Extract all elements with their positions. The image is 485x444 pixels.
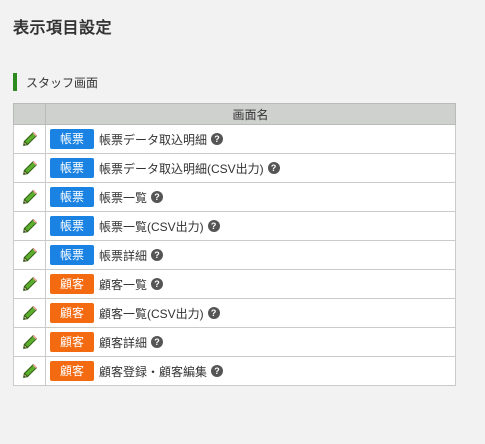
pencil-icon[interactable] [22, 276, 38, 292]
edit-cell[interactable] [13, 182, 46, 212]
category-tag: 帳票 [50, 187, 94, 207]
table-body: 帳票 帳票データ取込明細 ? 帳票 帳票データ取込明細(CSV出力) ? 帳票 … [13, 124, 456, 386]
screen-name-cell: 帳票 帳票データ取込明細 ? [45, 124, 456, 154]
screen-name-wrap: 顧客 顧客詳細 ? [50, 332, 455, 352]
help-icon[interactable]: ? [207, 307, 220, 319]
screen-name-wrap: 帳票 帳票データ取込明細(CSV出力) ? [50, 158, 455, 178]
edit-cell[interactable] [13, 356, 46, 386]
screen-name-cell: 帳票 帳票詳細 ? [45, 240, 456, 270]
help-icon[interactable]: ? [151, 278, 164, 290]
edit-cell[interactable] [13, 124, 46, 154]
section-heading: スタッフ画面 [13, 73, 98, 91]
section-accent-bar [13, 73, 17, 91]
screen-name-wrap: 帳票 帳票データ取込明細 ? [50, 129, 455, 149]
screen-name: 帳票一覧 [99, 190, 148, 205]
edit-cell[interactable] [13, 298, 46, 328]
screen-name-cell: 帳票 帳票一覧 ? [45, 182, 456, 212]
table-row: 帳票 帳票一覧(CSV出力) ? [13, 211, 456, 241]
edit-cell[interactable] [13, 153, 46, 183]
page-title: 表示項目設定 [13, 20, 113, 37]
header-edit-column [13, 103, 46, 125]
screen-name: 顧客登録・顧客編集 [99, 364, 208, 379]
screen-name-wrap: 帳票 帳票一覧(CSV出力) ? [50, 216, 455, 236]
pencil-icon[interactable] [22, 131, 38, 147]
pencil-icon[interactable] [22, 305, 38, 321]
category-tag: 顧客 [50, 361, 94, 381]
category-tag: 帳票 [50, 158, 94, 178]
pencil-icon[interactable] [22, 218, 38, 234]
category-tag: 帳票 [50, 216, 94, 236]
help-icon[interactable]: ? [151, 249, 164, 261]
screen-name-cell: 顧客 顧客詳細 ? [45, 327, 456, 357]
screen-name-wrap: 帳票 帳票詳細 ? [50, 245, 455, 265]
help-icon[interactable]: ? [211, 365, 224, 377]
edit-cell[interactable] [13, 327, 46, 357]
pencil-icon[interactable] [22, 363, 38, 379]
category-tag: 帳票 [50, 245, 94, 265]
screen-name-cell: 顧客 顧客登録・顧客編集 ? [45, 356, 456, 386]
category-tag: 帳票 [50, 129, 94, 149]
screen-name: 帳票データ取込明細(CSV出力) [99, 161, 264, 176]
edit-cell[interactable] [13, 211, 46, 241]
help-icon[interactable]: ? [267, 162, 280, 174]
help-icon[interactable]: ? [151, 191, 164, 203]
pencil-icon[interactable] [22, 334, 38, 350]
table-row: 顧客 顧客詳細 ? [13, 327, 456, 357]
screen-name: 顧客一覧(CSV出力) [99, 306, 204, 321]
help-icon[interactable]: ? [211, 133, 224, 145]
screen-name: 帳票データ取込明細 [99, 132, 208, 147]
edit-cell[interactable] [13, 240, 46, 270]
header-screen-name: 画面名 [45, 103, 456, 125]
screen-name-wrap: 顧客 顧客一覧(CSV出力) ? [50, 303, 455, 323]
screen-name-cell: 顧客 顧客一覧(CSV出力) ? [45, 298, 456, 328]
table-row: 帳票 帳票データ取込明細(CSV出力) ? [13, 153, 456, 183]
section-label: スタッフ画面 [26, 75, 99, 90]
table-row: 顧客 顧客一覧(CSV出力) ? [13, 298, 456, 328]
screen-name-wrap: 顧客 顧客一覧 ? [50, 274, 455, 294]
screen-name: 顧客詳細 [99, 335, 148, 350]
screen-name-wrap: 顧客 顧客登録・顧客編集 ? [50, 361, 455, 381]
screen-table: 画面名 帳票 帳票データ取込明細 ? 帳票 帳票データ取込明細(CSV出力) ?… [13, 103, 456, 386]
screen-name-cell: 帳票 帳票一覧(CSV出力) ? [45, 211, 456, 241]
pencil-icon[interactable] [22, 189, 38, 205]
help-icon[interactable]: ? [151, 336, 164, 348]
pencil-icon[interactable] [22, 160, 38, 176]
table-row: 帳票 帳票データ取込明細 ? [13, 124, 456, 154]
screen-name: 帳票一覧(CSV出力) [99, 219, 204, 234]
screen-name: 帳票詳細 [99, 248, 148, 263]
screen-name-cell: 帳票 帳票データ取込明細(CSV出力) ? [45, 153, 456, 183]
category-tag: 顧客 [50, 332, 94, 352]
category-tag: 顧客 [50, 303, 94, 323]
edit-cell[interactable] [13, 269, 46, 299]
category-tag: 顧客 [50, 274, 94, 294]
table-header-row: 画面名 [13, 103, 456, 125]
table-row: 顧客 顧客登録・顧客編集 ? [13, 356, 456, 386]
screen-name-cell: 顧客 顧客一覧 ? [45, 269, 456, 299]
table-row: 帳票 帳票一覧 ? [13, 182, 456, 212]
screen-name: 顧客一覧 [99, 277, 148, 292]
screen-name-wrap: 帳票 帳票一覧 ? [50, 187, 455, 207]
help-icon[interactable]: ? [207, 220, 220, 232]
table-row: 帳票 帳票詳細 ? [13, 240, 456, 270]
pencil-icon[interactable] [22, 247, 38, 263]
table-row: 顧客 顧客一覧 ? [13, 269, 456, 299]
